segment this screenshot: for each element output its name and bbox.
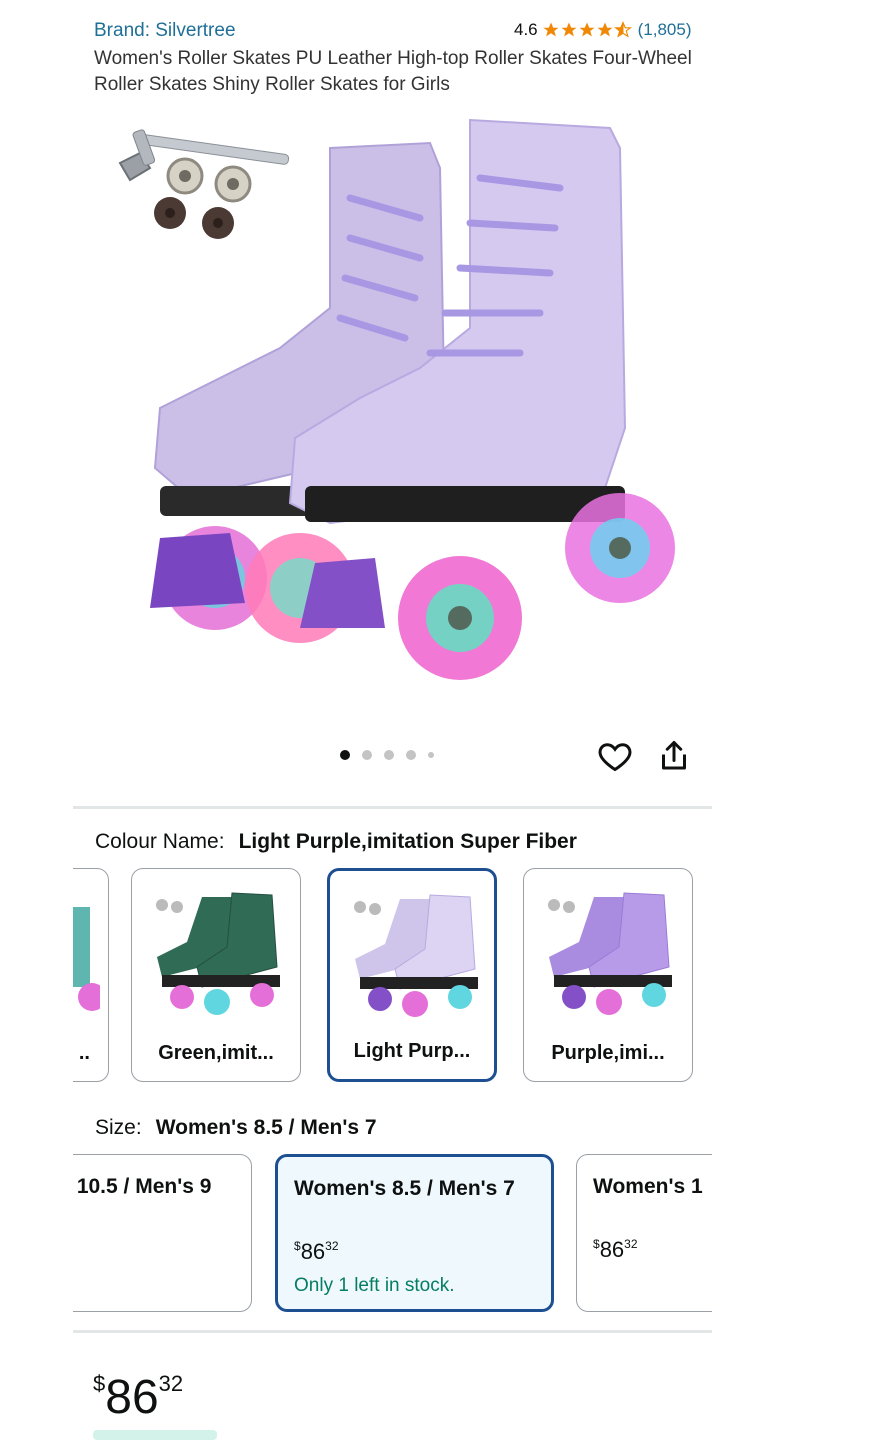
section-divider bbox=[73, 806, 712, 809]
swatch-thumbnail bbox=[548, 892, 672, 1015]
carousel-dot[interactable] bbox=[428, 752, 434, 758]
rating-count-link[interactable]: (1,805) bbox=[638, 20, 692, 40]
colour-swatch-option[interactable]: .. bbox=[73, 868, 109, 1082]
colour-swatch-label: .. bbox=[78, 1042, 90, 1064]
size-option[interactable]: Women's 1 $8632 bbox=[576, 1154, 712, 1312]
swatch-thumbnail bbox=[156, 892, 280, 1015]
colour-label-row: Colour Name: Light Purple,imitation Super… bbox=[95, 830, 577, 854]
carousel-dot[interactable] bbox=[340, 750, 350, 760]
size-selected-value: Women's 8.5 / Men's 7 bbox=[155, 1116, 377, 1139]
star-full-icon bbox=[561, 22, 577, 37]
star-full-icon bbox=[597, 22, 613, 37]
product-title: Women's Roller Skates PU Leather High-to… bbox=[94, 48, 692, 95]
rating-stars bbox=[542, 21, 632, 39]
colour-swatch-list[interactable]: .. Green,imit... Light Purp... Purple,im… bbox=[73, 868, 712, 1090]
share-icon[interactable] bbox=[656, 738, 692, 774]
size-label-row: Size: Women's 8.5 / Men's 7 bbox=[95, 1116, 377, 1140]
star-full-icon bbox=[543, 22, 559, 37]
stock-status: Only 1 left in stock. bbox=[294, 1275, 455, 1296]
size-option-label: Women's 8.5 / Men's 7 bbox=[294, 1177, 515, 1200]
wrench-accessory bbox=[118, 129, 290, 182]
star-full-icon bbox=[579, 22, 595, 37]
carousel-dot[interactable] bbox=[362, 750, 372, 760]
size-option[interactable]: ; 10.5 / Men's 9 bbox=[73, 1154, 252, 1312]
size-label: Size: bbox=[95, 1116, 142, 1139]
carousel-dot[interactable] bbox=[406, 750, 416, 760]
colour-swatch-label: Light Purp... bbox=[353, 1040, 471, 1062]
colour-swatch-option[interactable]: Purple,imi... bbox=[523, 868, 693, 1082]
rating-value: 4.6 bbox=[514, 20, 538, 39]
colour-selected-value: Light Purple,imitation Super Fiber bbox=[238, 830, 577, 853]
heart-icon[interactable] bbox=[597, 738, 633, 774]
swatch-thumbnail bbox=[354, 894, 478, 1017]
product-price: $8632 bbox=[93, 1371, 184, 1424]
rating-summary[interactable]: 4.6 (1,805) bbox=[514, 20, 692, 40]
colour-label: Colour Name: bbox=[95, 830, 225, 853]
star-half-icon bbox=[613, 21, 632, 38]
size-option-label: Women's 1 bbox=[593, 1175, 703, 1198]
colour-swatch-label: Purple,imi... bbox=[551, 1042, 665, 1064]
brand-link[interactable]: Brand: Silvertree bbox=[94, 20, 236, 42]
product-image[interactable] bbox=[100, 108, 700, 708]
deal-badge bbox=[93, 1430, 217, 1440]
size-option-selected[interactable]: Women's 8.5 / Men's 7 $8632 Only 1 left … bbox=[275, 1154, 554, 1312]
colour-swatch-option-selected[interactable]: Light Purp... bbox=[327, 868, 497, 1082]
carousel-dot[interactable] bbox=[384, 750, 394, 760]
size-option-list[interactable]: ; 10.5 / Men's 9 Women's 8.5 / Men's 7 $… bbox=[73, 1154, 712, 1316]
colour-swatch-label: Green,imit... bbox=[158, 1042, 274, 1064]
colour-swatch-option[interactable]: Green,imit... bbox=[131, 868, 301, 1082]
size-option-price: $8632 bbox=[294, 1239, 339, 1264]
size-option-label: ; 10.5 / Men's 9 bbox=[73, 1175, 212, 1198]
image-carousel-dots[interactable] bbox=[340, 750, 434, 760]
size-option-price: $8632 bbox=[593, 1237, 638, 1262]
swatch-thumbnail bbox=[73, 907, 100, 1011]
section-divider bbox=[73, 1330, 712, 1333]
